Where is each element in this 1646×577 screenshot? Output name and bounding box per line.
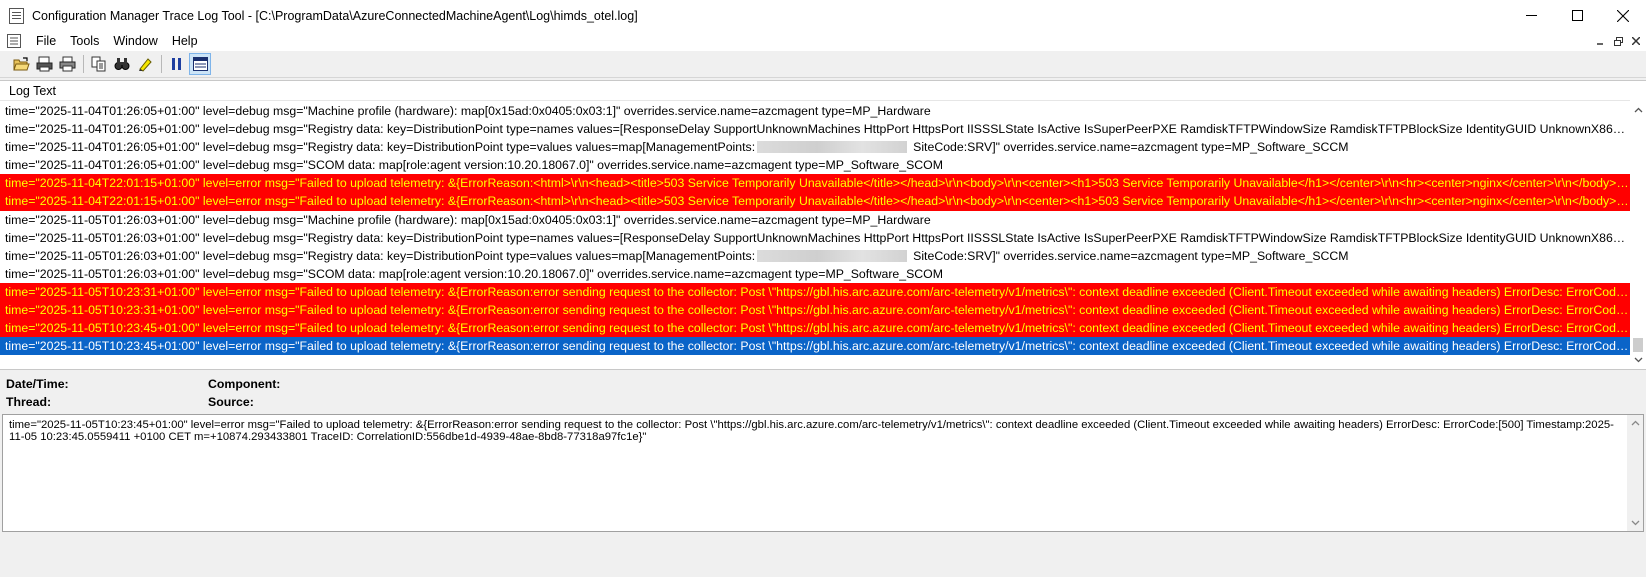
restore-icon [1613,36,1623,46]
log-row[interactable]: time="2025-11-04T01:26:05+01:00" level=d… [0,120,1630,138]
window-controls [1508,0,1646,31]
log-row[interactable]: time="2025-11-05T01:26:03+01:00" level=d… [0,211,1630,229]
component-label: Component: [208,377,281,391]
chevron-up-icon [1631,420,1639,426]
mdi-close-button[interactable] [1628,33,1644,49]
copy-button[interactable] [88,53,110,75]
log-row-text: time="2025-11-04T22:01:15+01:00" level=e… [5,176,1630,191]
minimize-button[interactable] [1508,0,1554,31]
details-pane-icon [192,57,208,71]
scroll-up-button[interactable] [1630,102,1646,118]
log-list-scrollbar[interactable] [1630,102,1646,368]
open-folder-icon [12,56,30,70]
log-row-error[interactable]: time="2025-11-05T10:23:45+01:00" level=e… [0,319,1630,338]
maximize-button[interactable] [1554,0,1600,31]
redacted-value [757,249,908,262]
toolbar [0,51,1646,78]
log-row[interactable]: time="2025-11-04T01:26:05+01:00" level=d… [0,102,1630,120]
log-row-text-continued: SiteCode:SRV]" overrides.service.name=az… [913,248,1349,263]
thread-label: Thread: [6,395,52,409]
log-row-selected[interactable]: time="2025-11-05T10:23:45+01:00" level=e… [0,337,1630,356]
close-icon [1617,9,1629,22]
print-preview-button[interactable] [33,53,55,75]
log-row-text: time="2025-11-04T01:26:05+01:00" level=d… [5,104,931,118]
print-preview-icon [36,56,52,72]
find-icon [114,58,130,70]
message-scroll-up-button[interactable] [1627,415,1643,431]
close-icon [1632,37,1640,45]
toolbar-separator [161,55,162,73]
mdi-minimize-button[interactable] [1592,33,1608,49]
log-list: Log Text time="2025-11-04T01:26:05+01:00… [0,80,1646,370]
log-row-text: time="2025-11-05T10:23:45+01:00" level=e… [5,321,1630,336]
source-label: Source: [208,395,254,409]
print-button[interactable] [56,53,78,75]
log-row-text: time="2025-11-04T01:26:05+01:00" level=d… [5,122,1630,137]
log-row[interactable]: time="2025-11-05T01:26:03+01:00" level=d… [0,229,1630,247]
datetime-label: Date/Time: [6,377,69,391]
close-button[interactable] [1600,0,1646,31]
message-scrollbar[interactable] [1627,415,1643,531]
log-row-text: time="2025-11-05T10:23:45+01:00" level=e… [5,339,1630,354]
cmtrace-window: Configuration Manager Trace Log Tool - [… [0,0,1646,577]
copy-icon [91,56,106,72]
open-button[interactable] [10,53,32,75]
chevron-down-icon [1634,357,1642,363]
log-row-error[interactable]: time="2025-11-04T22:01:15+01:00" level=e… [0,174,1630,193]
message-textbox[interactable]: time="2025-11-05T10:23:45+01:00" level=e… [2,414,1644,532]
redacted-value [757,141,908,154]
message-text: time="2025-11-05T10:23:45+01:00" level=e… [9,419,1614,443]
scroll-thumb[interactable] [1633,338,1643,352]
highlight-icon [139,58,152,72]
log-row-text-continued: SiteCode:SRV]" overrides.service.name=az… [913,140,1349,155]
child-window-icon[interactable] [7,34,23,48]
minimize-icon [1525,15,1537,16]
menu-window[interactable]: Window [106,31,164,51]
log-row-text: time="2025-11-04T01:26:05+01:00" level=d… [5,140,756,155]
log-document-icon [8,7,26,24]
log-rows: time="2025-11-04T01:26:05+01:00" level=d… [0,102,1630,368]
log-row-error[interactable]: time="2025-11-04T22:01:15+01:00" level=e… [0,192,1630,211]
details-pane-button[interactable] [189,53,211,75]
mdi-restore-button[interactable] [1610,33,1626,49]
title-bar[interactable]: Configuration Manager Trace Log Tool - [… [0,0,1646,31]
details-panel: Date/Time: Component: Thread: Source: [0,374,1646,410]
scroll-down-button[interactable] [1630,352,1646,368]
menu-bar: File Tools Window Help [0,31,1646,51]
message-scroll-down-button[interactable] [1627,515,1643,531]
log-row[interactable]: time="2025-11-04T01:26:05+01:00" level=d… [0,138,1630,156]
log-row-text: time="2025-11-05T01:26:03+01:00" level=d… [5,230,1630,245]
menu-file[interactable]: File [29,31,63,51]
log-row-text: time="2025-11-04T01:26:05+01:00" level=d… [5,158,943,173]
mdi-controls [1592,33,1644,49]
find-button[interactable] [111,53,133,75]
log-row[interactable]: time="2025-11-05T01:26:03+01:00" level=d… [0,247,1630,265]
log-row[interactable]: time="2025-11-04T01:26:05+01:00" level=d… [0,156,1630,174]
print-icon [59,56,75,72]
minimize-icon [1597,43,1603,45]
chevron-down-icon [1631,520,1639,526]
log-row-error[interactable]: time="2025-11-05T10:23:31+01:00" level=e… [0,282,1630,302]
column-header-log-text[interactable]: Log Text [0,81,1630,101]
status-bar [0,533,1646,577]
window-title: Configuration Manager Trace Log Tool - [… [32,8,638,23]
pause-button[interactable] [166,53,188,75]
pause-icon [172,58,181,70]
log-row-text: time="2025-11-04T22:01:15+01:00" level=e… [5,194,1630,209]
chevron-up-icon [1634,107,1642,113]
log-row-text: time="2025-11-05T01:26:03+01:00" level=d… [5,248,756,263]
toolbar-separator [83,55,84,73]
log-row-text: time="2025-11-05T10:23:31+01:00" level=e… [5,303,1630,318]
log-row-error[interactable]: time="2025-11-05T10:23:31+01:00" level=e… [0,301,1630,320]
menu-help[interactable]: Help [165,31,205,51]
log-row[interactable]: time="2025-11-05T01:26:03+01:00" level=d… [0,265,1630,283]
log-row-text: time="2025-11-05T01:26:03+01:00" level=d… [5,266,943,281]
maximize-icon [1571,10,1583,21]
highlight-button[interactable] [134,53,156,75]
menu-tools[interactable]: Tools [63,31,106,51]
log-row-text: time="2025-11-05T10:23:31+01:00" level=e… [5,284,1630,299]
log-row-text: time="2025-11-05T01:26:03+01:00" level=d… [5,212,931,227]
